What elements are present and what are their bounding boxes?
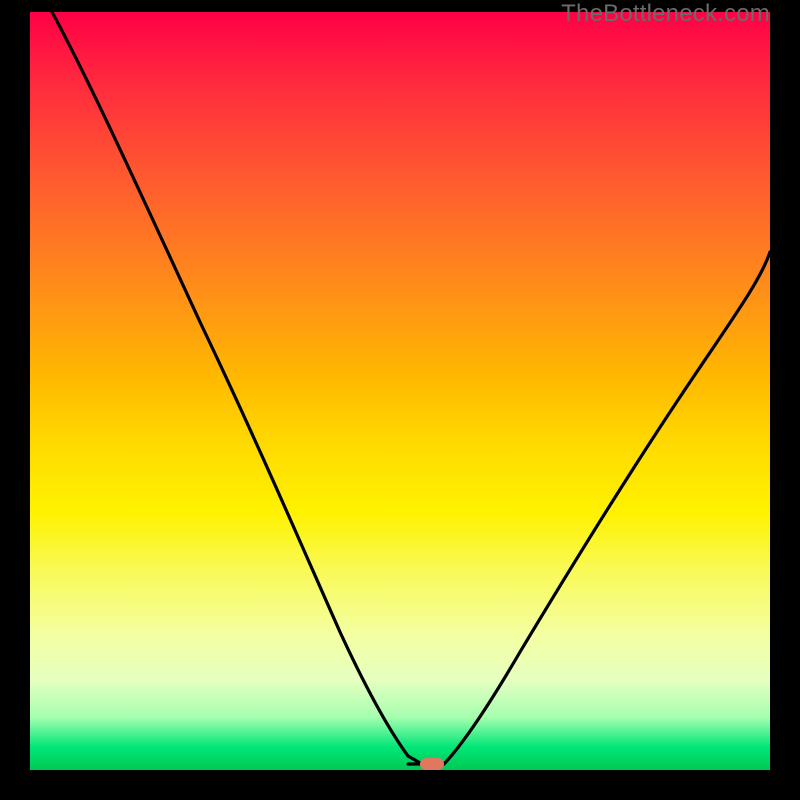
bottleneck-curve (30, 12, 770, 770)
curve-left-branch (52, 12, 422, 764)
optimal-point-marker (420, 758, 444, 770)
chart-stage: TheBottleneck.com (0, 0, 800, 800)
plot-area (30, 12, 770, 770)
curve-right-branch (444, 252, 770, 764)
watermark-text: TheBottleneck.com (561, 0, 770, 28)
